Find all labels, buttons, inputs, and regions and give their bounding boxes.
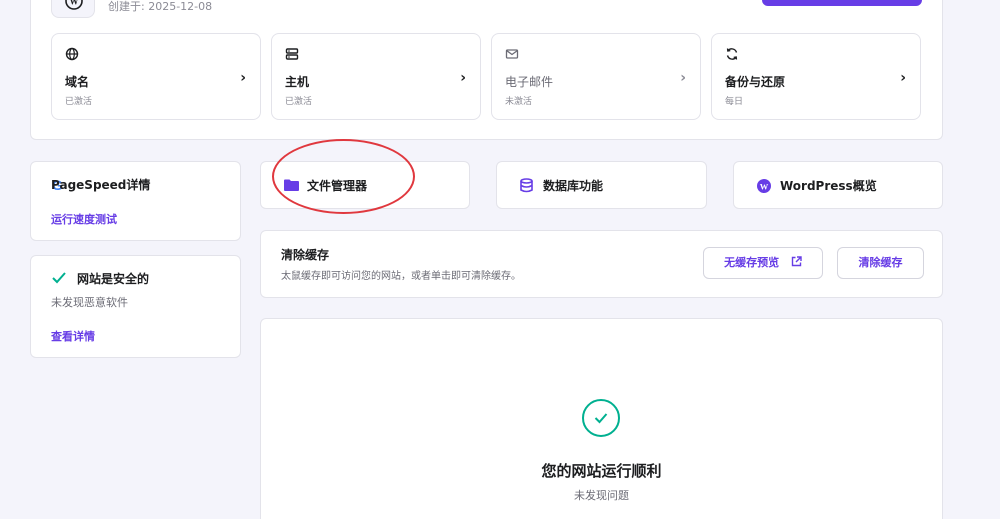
check-circle-icon [582, 399, 620, 437]
mail-icon [505, 49, 519, 59]
status-title: 您的网站运行顺利 [541, 462, 662, 480]
service-status: 已激活 [65, 97, 93, 107]
chevron-right-icon: › [900, 70, 906, 86]
chevron-right-icon: › [460, 70, 466, 86]
service-card-hosting[interactable]: 主机 已激活 › [271, 33, 481, 120]
service-card-backup[interactable]: 备份与还原 每日 › [711, 33, 921, 120]
pagespeed-card: G [30, 161, 241, 241]
svg-text:W: W [70, 0, 79, 7]
security-subtitle: 未发现恶意软件 [51, 296, 128, 309]
primary-action-button[interactable] [762, 0, 922, 6]
site-created-date: 创建于: 2025-12-08 [108, 0, 213, 13]
quick-action-label: 数据库功能 [543, 179, 604, 193]
security-title: 网站是安全的 [77, 272, 150, 286]
folder-icon [284, 179, 299, 191]
service-status: 未激活 [505, 97, 533, 107]
check-icon [52, 272, 66, 284]
refresh-icon [726, 48, 738, 60]
site-status-card: 您的网站运行顺利 未发现问题 [260, 318, 943, 519]
chevron-right-icon: › [680, 70, 686, 86]
quick-action-label: WordPress概览 [780, 179, 877, 193]
external-link-icon [791, 256, 802, 267]
database-icon [520, 178, 533, 193]
cache-title: 清除缓存 [281, 248, 330, 262]
chevron-right-icon: › [240, 70, 246, 86]
file-manager-button[interactable]: 文件管理器 [260, 161, 470, 209]
wordpress-overview-button[interactable]: W WordPress概览 [733, 161, 943, 209]
clear-cache-button[interactable]: 清除缓存 [837, 247, 924, 279]
run-speed-test-link[interactable]: 运行速度测试 [51, 211, 117, 227]
clear-cache-card: 清除缓存 太鼠缓存即可访问您的网站，或者单击即可清除缓存。 无缓存预览 清除缓存 [260, 230, 943, 298]
service-card-email[interactable]: 电子邮件 未激活 › [491, 33, 701, 120]
service-name: 备份与还原 [725, 75, 786, 89]
service-card-domain[interactable]: 域名 已激活 › [51, 33, 261, 120]
preview-without-cache-button[interactable]: 无缓存预览 [703, 247, 823, 279]
quick-action-label: 文件管理器 [307, 179, 368, 193]
service-name: 主机 [285, 75, 310, 89]
svg-text:W: W [760, 181, 769, 191]
pagespeed-title: PageSpeed详情 [51, 178, 151, 192]
status-subtitle: 未发现问题 [574, 489, 629, 502]
wordpress-icon: W [757, 179, 771, 193]
database-button[interactable]: 数据库功能 [496, 161, 707, 209]
service-name: 域名 [65, 75, 90, 89]
site-overview-panel: W 创建于: 2025-12-08 域名 已激活 › 主机 已激活 › 电子邮件… [30, 0, 943, 140]
globe-icon [65, 47, 79, 61]
cache-description: 太鼠缓存即可访问您的网站，或者单击即可清除缓存。 [281, 271, 521, 282]
service-status: 已激活 [285, 97, 313, 107]
service-status: 每日 [725, 97, 744, 107]
wordpress-logo-icon: W [51, 0, 95, 18]
view-details-link[interactable]: 查看详情 [51, 328, 95, 344]
service-name: 电子邮件 [505, 75, 554, 89]
server-icon [285, 48, 299, 60]
button-label: 无缓存预览 [724, 256, 780, 269]
